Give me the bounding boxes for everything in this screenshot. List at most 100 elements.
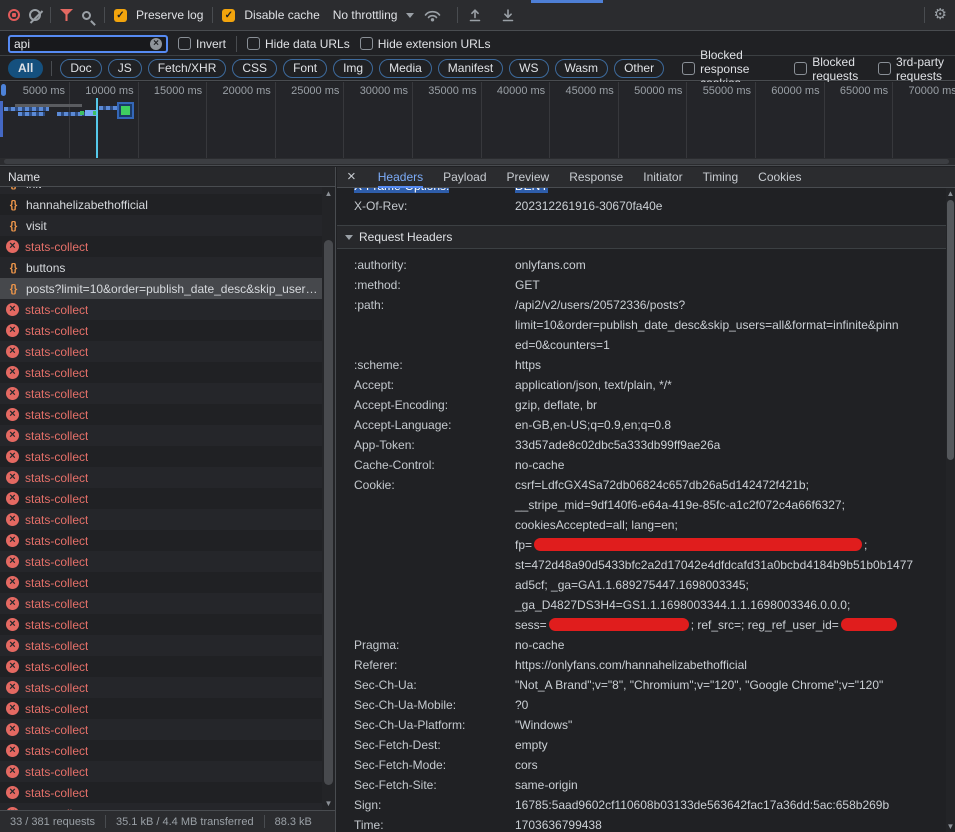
scroll-up-icon[interactable]: ▲ [946, 189, 955, 198]
hide-data-urls-checkbox[interactable] [247, 37, 260, 50]
filter-icon[interactable] [60, 9, 73, 21]
request-row[interactable]: {}hannahelizabethofficial [0, 194, 322, 215]
chevron-down-icon[interactable] [406, 13, 414, 18]
filter-checkbox-group[interactable]: 3rd-party requests [878, 55, 947, 83]
request-row[interactable]: {}buttons [0, 257, 322, 278]
filter-pill-css[interactable]: CSS [232, 59, 277, 78]
request-row[interactable]: ×stats-collect [0, 677, 322, 698]
request-row[interactable]: ×stats-collect [0, 593, 322, 614]
settings-gear-icon[interactable]: ⚙ [934, 7, 947, 23]
request-row[interactable]: ×stats-collect [0, 425, 322, 446]
close-icon[interactable]: × [347, 168, 356, 186]
filter-pill-ws[interactable]: WS [509, 59, 548, 78]
throttling-select[interactable]: No throttling [333, 8, 398, 22]
details-scrollbar[interactable]: ▲ ▼ [946, 188, 955, 832]
header-key: X-Frame-Options: [354, 188, 449, 193]
clear-filter-icon[interactable]: × [150, 38, 162, 50]
request-row[interactable]: ×stats-collect [0, 551, 322, 572]
request-row[interactable]: ×stats-collect [0, 509, 322, 530]
request-row[interactable]: ×stats-collect [0, 614, 322, 635]
disable-cache-checkbox[interactable]: ✓ [222, 9, 235, 22]
request-row[interactable]: ×stats-collect [0, 530, 322, 551]
header-value: 1703636799438 [515, 815, 946, 832]
filter-pill-font[interactable]: Font [283, 59, 327, 78]
export-har-icon[interactable] [500, 7, 516, 23]
request-row[interactable]: ×stats-collect [0, 572, 322, 593]
scroll-down-icon[interactable]: ▼ [322, 799, 335, 808]
scrollbar-thumb[interactable] [324, 240, 333, 785]
filter-pill-other[interactable]: Other [614, 59, 664, 78]
request-list-scrollbar[interactable]: ▲ ▼ [322, 187, 335, 810]
blocked-response-cookies-checkbox[interactable] [682, 62, 695, 75]
filter-pill-doc[interactable]: Doc [60, 59, 101, 78]
request-row[interactable]: ×stats-collect [0, 341, 322, 362]
request-row[interactable]: ×stats-collect [0, 719, 322, 740]
filter-pill-manifest[interactable]: Manifest [438, 59, 503, 78]
3rd-party-requests-checkbox[interactable] [878, 62, 891, 75]
request-row[interactable]: {}visit [0, 215, 322, 236]
filter-pill-img[interactable]: Img [333, 59, 373, 78]
search-icon[interactable] [82, 11, 91, 20]
hide-extension-urls-checkbox[interactable] [360, 37, 373, 50]
request-row[interactable]: ×stats-collect [0, 383, 322, 404]
request-row[interactable]: ×stats-collect [0, 404, 322, 425]
request-row[interactable]: ×stats-collect [0, 656, 322, 677]
request-row[interactable]: ×stats-collect [0, 740, 322, 761]
filter-input-box[interactable]: × [8, 35, 168, 53]
request-row[interactable]: ×stats-collect [0, 488, 322, 509]
invert-checkbox[interactable] [178, 37, 191, 50]
hide-extension-urls-group[interactable]: Hide extension URLs [360, 37, 491, 51]
network-conditions-icon[interactable] [423, 8, 442, 23]
request-row[interactable]: ×stats-collect [0, 299, 322, 320]
request-row[interactable]: ×stats-collect [0, 467, 322, 488]
filter-pill-media[interactable]: Media [379, 59, 432, 78]
request-row[interactable]: {}posts?limit=10&order=publish_date_desc… [0, 278, 322, 299]
request-row[interactable]: {}init [0, 187, 322, 194]
invert-checkbox-group[interactable]: Invert [178, 37, 226, 51]
hide-data-urls-group[interactable]: Hide data URLs [247, 37, 350, 51]
failed-request-icon: × [6, 534, 19, 547]
preserve-log-checkbox[interactable]: ✓ [114, 9, 127, 22]
blocked-requests-checkbox[interactable] [794, 62, 807, 75]
tab-preview[interactable]: Preview [507, 167, 550, 188]
scrollbar-thumb[interactable] [947, 200, 954, 460]
filter-pill-js[interactable]: JS [108, 59, 142, 78]
filter-pill-fetch-xhr[interactable]: Fetch/XHR [148, 59, 227, 78]
tab-headers[interactable]: Headers [378, 167, 423, 188]
scroll-down-icon[interactable]: ▼ [946, 822, 955, 831]
tab-payload[interactable]: Payload [443, 167, 486, 188]
header-key: Sec-Fetch-Mode: [337, 755, 515, 775]
filter-pill-all[interactable]: All [8, 59, 43, 78]
record-network-log-button[interactable] [8, 9, 20, 21]
request-row[interactable]: ×stats-collect [0, 698, 322, 719]
header-row: Accept-Language:en-GB,en-US;q=0.9,en;q=0… [337, 415, 946, 435]
scroll-up-icon[interactable]: ▲ [322, 189, 335, 198]
filter-pill-wasm[interactable]: Wasm [555, 59, 609, 78]
tab-timing[interactable]: Timing [703, 167, 739, 188]
tab-initiator[interactable]: Initiator [643, 167, 682, 188]
header-row: Cache-Control:no-cache [337, 455, 946, 475]
request-row[interactable]: ×stats-collect [0, 236, 322, 257]
header-value: same-origin [515, 775, 946, 795]
failed-request-icon: × [6, 366, 19, 379]
scrollbar-thumb[interactable] [4, 159, 949, 164]
request-row[interactable]: ×stats-collect [0, 635, 322, 656]
timeline-horizontal-scrollbar[interactable] [0, 158, 955, 166]
header-key: Pragma: [337, 635, 515, 655]
tab-cookies[interactable]: Cookies [758, 167, 801, 188]
request-row[interactable]: ×stats-collect [0, 761, 322, 782]
request-row[interactable]: ×stats-collect [0, 362, 322, 383]
network-overview-timeline[interactable]: 5000 ms10000 ms15000 ms20000 ms25000 ms3… [0, 82, 955, 158]
request-headers-list: :authority:onlyfans.com:method:GET:path:… [337, 249, 946, 832]
request-row[interactable]: ×stats-collect [0, 782, 322, 803]
request-row[interactable]: ×stats-collect [0, 446, 322, 467]
request-headers-section[interactable]: Request Headers [337, 225, 946, 249]
request-row[interactable]: ×stats-collect [0, 803, 322, 810]
clear-network-log-button[interactable] [29, 9, 41, 21]
name-column-header[interactable]: Name [0, 167, 335, 187]
filter-checkbox-group[interactable]: Blocked requests [794, 55, 860, 83]
tab-response[interactable]: Response [569, 167, 623, 188]
request-row[interactable]: ×stats-collect [0, 320, 322, 341]
filter-input[interactable] [14, 37, 146, 51]
import-har-icon[interactable] [467, 7, 483, 23]
